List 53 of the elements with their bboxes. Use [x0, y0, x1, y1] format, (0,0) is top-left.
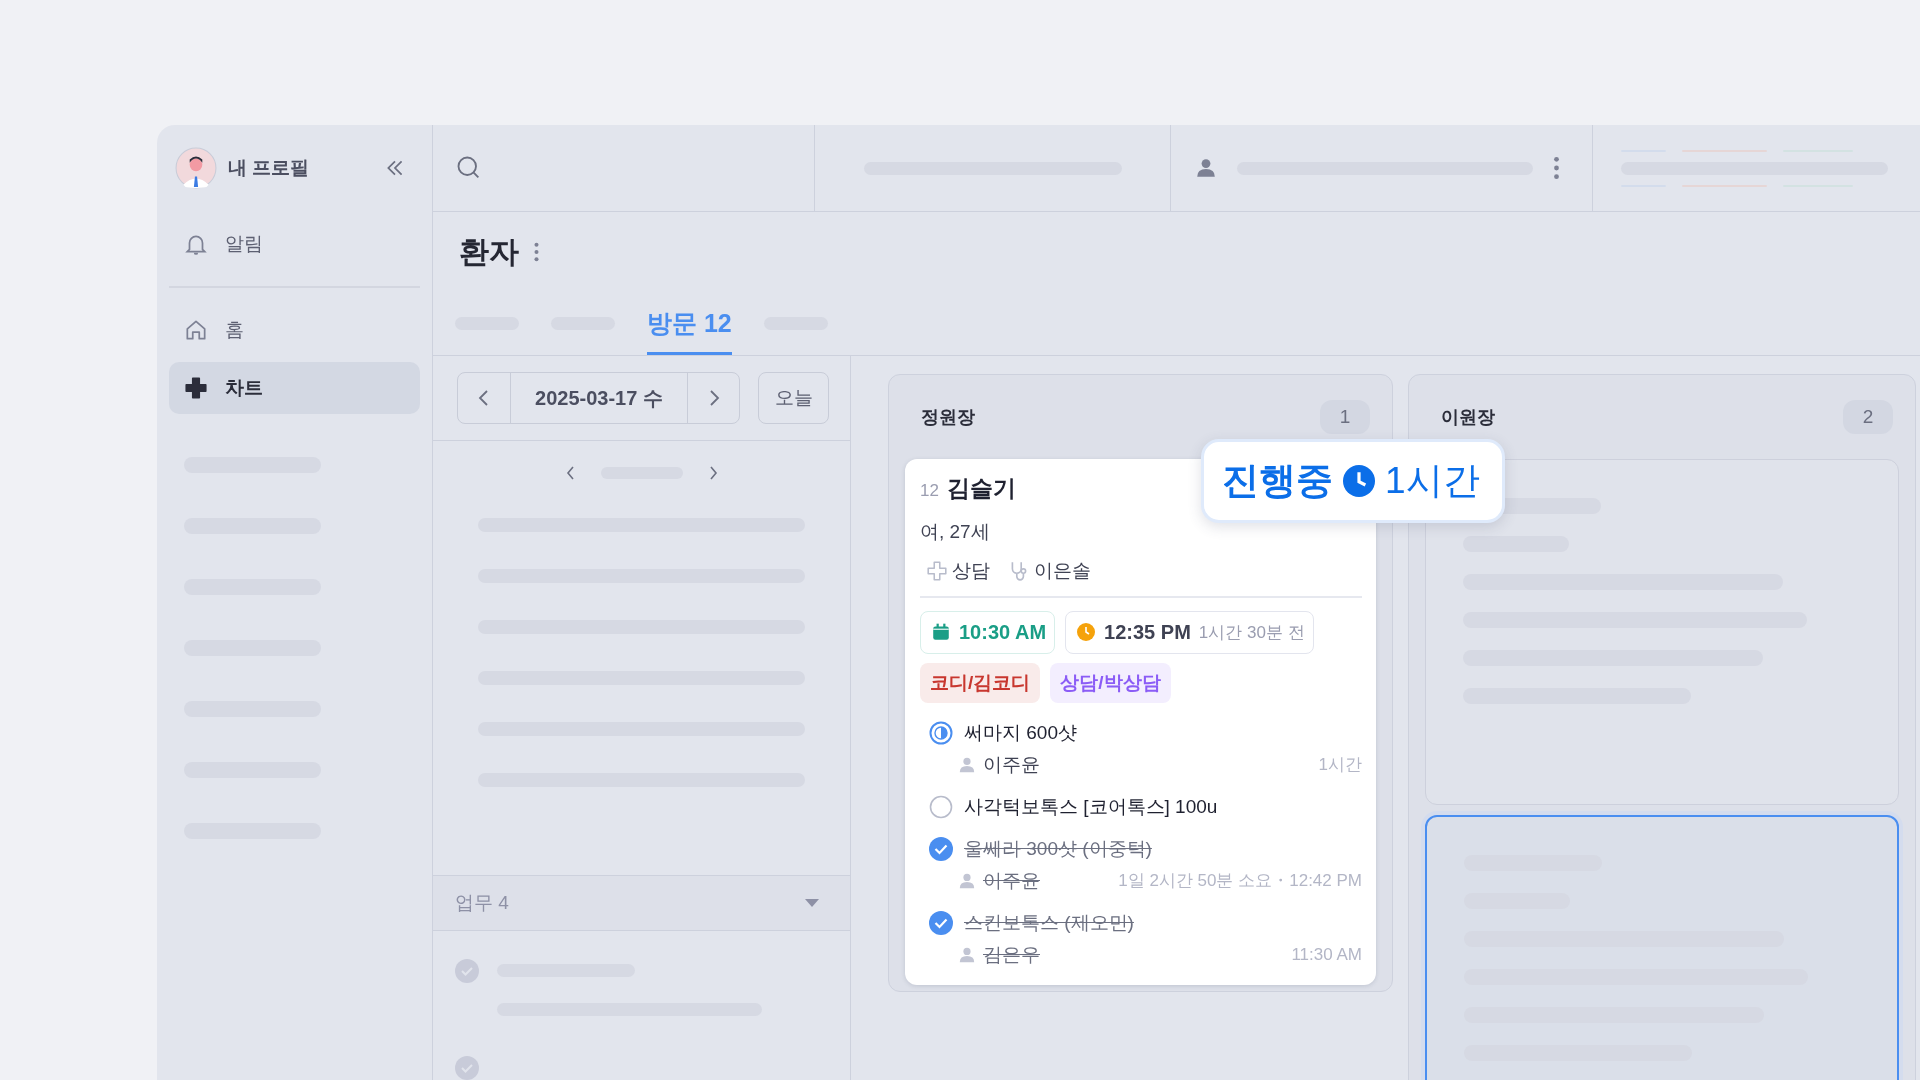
tag: 상담/박상담	[1050, 662, 1171, 703]
procedure-time: 1시간	[1318, 754, 1362, 776]
procedure-title: 스킨보톡스 (제오민)	[964, 910, 1134, 935]
procedure-time: 1일 2시간 50분 소요・12:42 PM	[1118, 870, 1362, 892]
half-circle-icon[interactable]	[929, 720, 953, 745]
staff-name: 이주윤	[983, 868, 1040, 893]
nav-item[interactable]: 알림	[169, 218, 420, 270]
nav-item[interactable]: 차트	[169, 361, 420, 414]
procedure-time: 11:30 AM	[1291, 944, 1362, 965]
empty-circle-icon[interactable]	[929, 794, 953, 819]
more-icon[interactable]	[533, 241, 540, 263]
count-badge: 1	[1320, 400, 1370, 434]
check-circle-icon[interactable]	[929, 836, 953, 861]
person-icon	[1195, 157, 1217, 179]
staff-name: 김은우	[983, 942, 1040, 967]
check-circle-icon[interactable]	[455, 1056, 479, 1080]
more-icon[interactable]	[1553, 155, 1560, 181]
count-badge: 2	[1843, 400, 1893, 434]
nav-item[interactable]: 홈	[169, 303, 420, 356]
duration-text: 1시간	[1385, 459, 1480, 503]
column-title: 이원장	[1441, 406, 1495, 429]
chevron-left-icon[interactable]	[564, 465, 577, 481]
person-icon	[958, 945, 976, 964]
person-icon	[958, 871, 976, 890]
today-button[interactable]: 오늘	[758, 372, 829, 424]
patient-info: 여, 27세	[920, 520, 991, 544]
plus-icon	[926, 560, 948, 582]
patient-name: 김슬기	[946, 474, 1016, 503]
elapsed-text: 1시간 30분 전	[1198, 621, 1305, 644]
tag: 코디/김코디	[920, 662, 1041, 703]
check-circle-icon[interactable]	[929, 910, 953, 935]
check-circle-icon[interactable]	[455, 959, 479, 983]
tab[interactable]: 방문 12	[647, 292, 732, 355]
clock-icon	[1076, 622, 1097, 642]
calendar-icon	[931, 622, 951, 642]
time-text: 12:35 PM	[1104, 620, 1191, 644]
procedure-title: 사각턱보톡스 [코어톡스] 100u	[964, 794, 1218, 819]
doctor-name: 이은솔	[1034, 559, 1091, 583]
column-title: 정원장	[921, 406, 975, 429]
caret-down-icon[interactable]	[804, 898, 820, 908]
profile-name[interactable]: 내 프로필	[228, 155, 384, 181]
cross-icon	[183, 374, 209, 401]
staff-name: 이주윤	[983, 752, 1040, 777]
status-label: 진행중	[1222, 459, 1333, 503]
patient-number: 12	[920, 481, 939, 501]
category-label: 상담	[952, 559, 990, 583]
page-title: 환자	[459, 233, 519, 270]
person-icon	[958, 755, 976, 774]
procedure-title: 써마지 600샷	[964, 720, 1077, 745]
time-text: 10:30 AM	[959, 620, 1047, 644]
procedure-title: 울쎄라 300샷 (이중턱)	[964, 836, 1152, 861]
clock-icon	[1343, 465, 1375, 497]
avatar[interactable]	[175, 147, 217, 189]
